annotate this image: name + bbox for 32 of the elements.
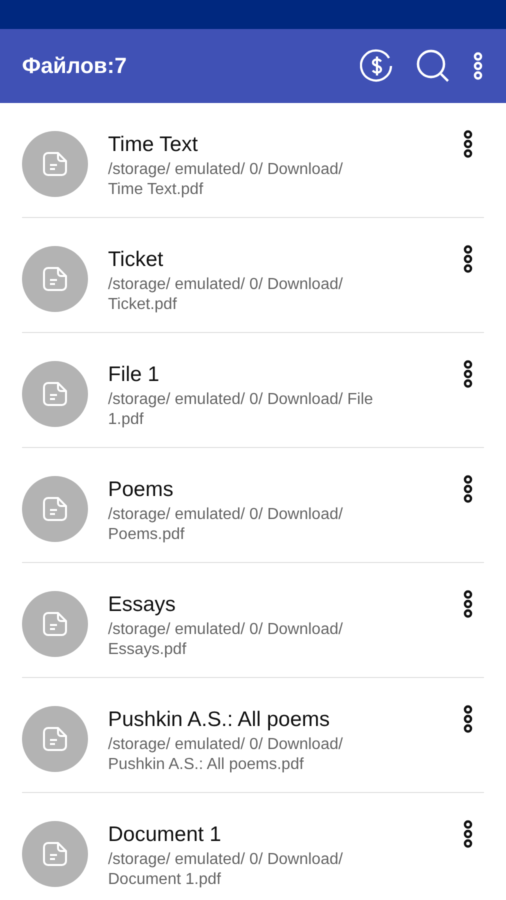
file-path: /storage/ emulated/ 0/ Download/ File 1.pdf: [108, 390, 374, 430]
search-icon[interactable]: [416, 49, 450, 83]
file-path: /storage/ emulated/ 0/ Download/ Pushkin A.S.: All poems.pdf: [108, 735, 344, 775]
file-name: Poems: [108, 477, 174, 503]
file-path: /storage/ emulated/ 0/ Download/ Document 1.pdf: [108, 850, 344, 890]
file-count-title: Файлов:7: [22, 53, 128, 79]
more-options-icon[interactable]: [462, 705, 474, 733]
file-path: /storage/ emulated/ 0/ Download/ Time Text.pdf: [108, 160, 344, 200]
file-name: File 1: [108, 362, 160, 388]
file-row[interactable]: Poems /storage/ emulated/ 0/ Download/ Poems.pdf: [22, 448, 484, 563]
file-name: Document 1: [108, 822, 222, 848]
file-row[interactable]: Essays /storage/ emulated/ 0/ Download/ Essays.pdf: [22, 563, 484, 678]
more-options-icon[interactable]: [462, 820, 474, 848]
more-menu-icon[interactable]: [472, 52, 484, 80]
more-options-icon[interactable]: [462, 590, 474, 618]
file-path: /storage/ emulated/ 0/ Download/ Poems.pdf: [108, 505, 344, 545]
dollar-icon[interactable]: [360, 49, 394, 83]
file-row[interactable]: Time Text /storage/ emulated/ 0/ Download/ Time Text.pdf: [22, 103, 484, 218]
more-options-icon[interactable]: [462, 130, 474, 158]
file-name: Essays: [108, 592, 176, 618]
file-name: Pushkin A.S.: All poems: [108, 707, 330, 733]
more-options-icon[interactable]: [462, 475, 474, 503]
file-row[interactable]: Document 1 /storage/ emulated/ 0/ Download/ Document 1.pdf: [22, 793, 484, 900]
more-options-icon[interactable]: [462, 245, 474, 273]
file-path: /storage/ emulated/ 0/ Download/ Essays.pdf: [108, 620, 344, 660]
file-row[interactable]: File 1 /storage/ emulated/ 0/ Download/ File 1.pdf: [22, 333, 484, 448]
file-path: /storage/ emulated/ 0/ Download/ Ticket.pdf: [108, 275, 344, 315]
file-name: Ticket: [108, 247, 164, 273]
file-row[interactable]: Ticket /storage/ emulated/ 0/ Download/ Ticket.pdf: [22, 218, 484, 333]
file-row[interactable]: Pushkin A.S.: All poems /storage/ emulated/ 0/ Download/ Pushkin A.S.: All poems.pdf: [22, 678, 484, 793]
file-name: Time Text: [108, 132, 198, 158]
more-options-icon[interactable]: [462, 360, 474, 388]
